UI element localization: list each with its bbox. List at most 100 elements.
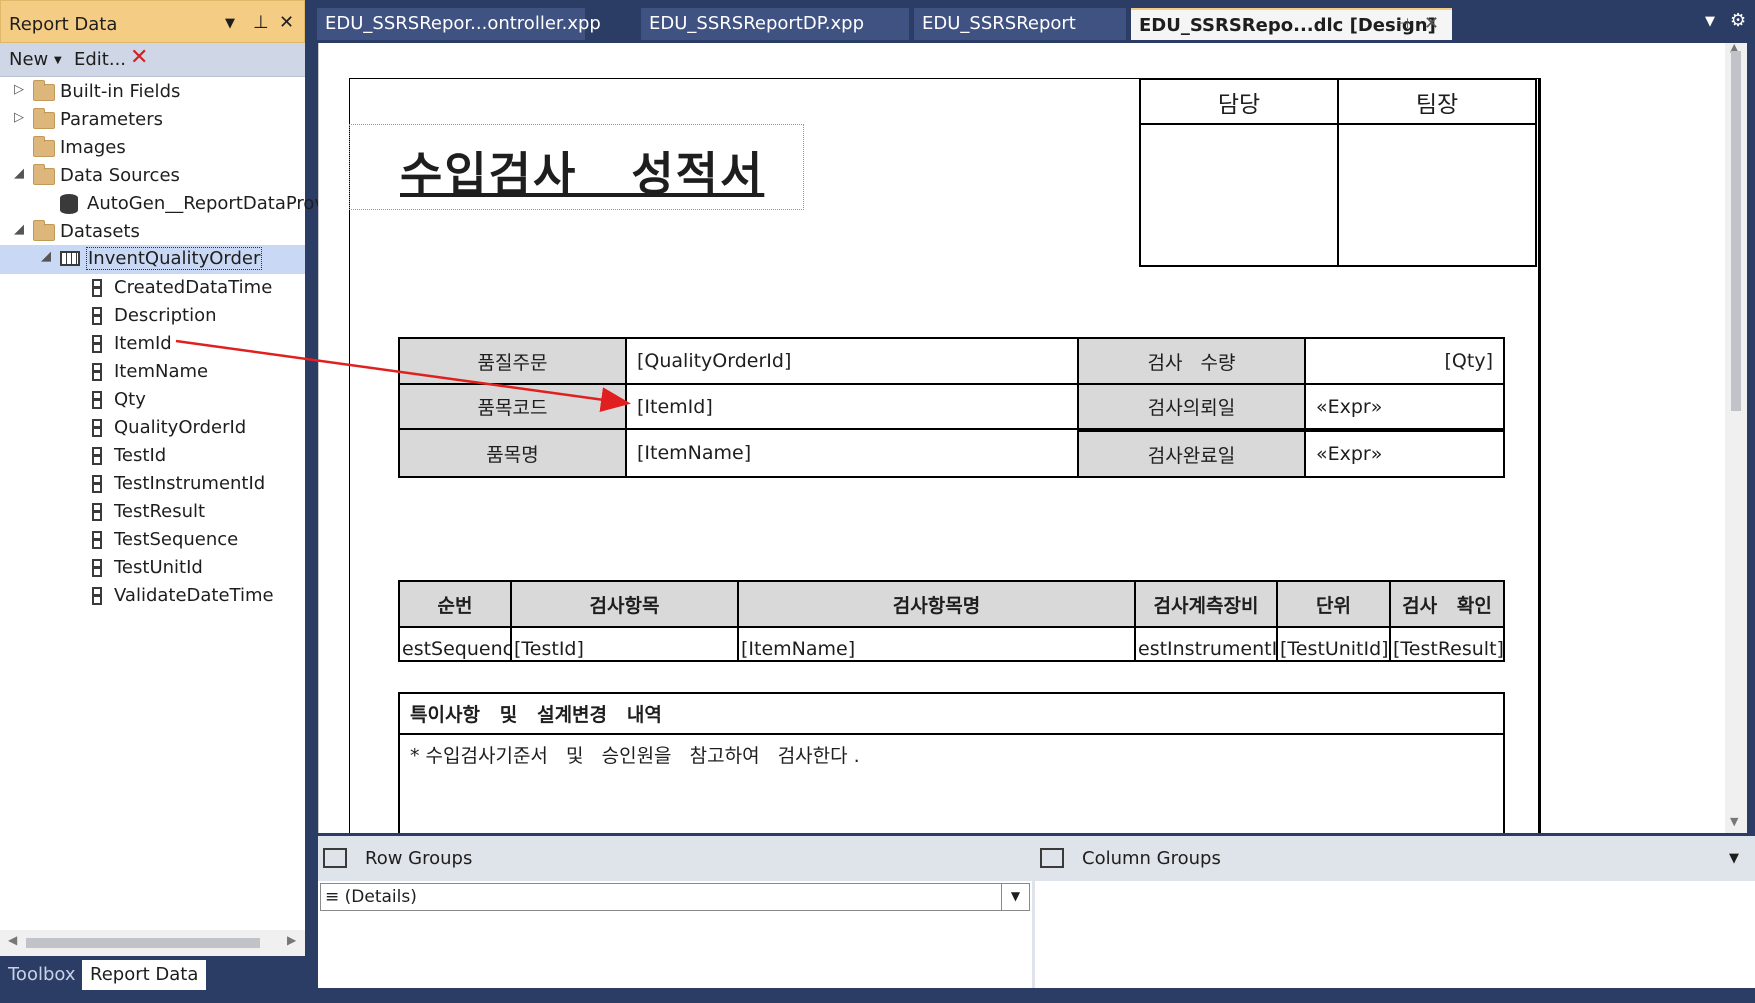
field-item[interactable]: Description bbox=[0, 302, 305, 330]
document-tab-strip: EDU_SSRSRepor...ontroller.xpp EDU_SSRSRe… bbox=[305, 0, 1755, 43]
folder-icon bbox=[33, 220, 55, 241]
close-tab-icon[interactable]: ✕ bbox=[1424, 13, 1439, 34]
tab-report-data[interactable]: Report Data bbox=[82, 960, 207, 990]
tab-overflow-icon[interactable]: ▼ bbox=[1705, 14, 1715, 29]
info-value-qty[interactable]: [Qty] bbox=[1304, 337, 1505, 385]
detail-header-cell[interactable]: 검사 확인 bbox=[1389, 580, 1505, 628]
field-item[interactable]: Qty bbox=[0, 386, 305, 414]
new-dropdown-icon[interactable]: ▼ bbox=[54, 55, 62, 66]
scroll-down-icon[interactable]: ▼ bbox=[1730, 815, 1738, 828]
settings-gear-icon[interactable]: ⚙ bbox=[1730, 10, 1746, 31]
tree-item-builtin-fields[interactable]: ▷ Built-in Fields bbox=[0, 78, 305, 106]
scroll-right-icon[interactable]: ▶ bbox=[287, 933, 296, 947]
remarks-header[interactable]: 특이사항 및 설계변경 내역 bbox=[398, 692, 1505, 735]
field-item[interactable]: ItemId bbox=[0, 330, 305, 358]
remarks-body[interactable]: * 수입검사기준서 및 승인원을 참고하여 검사한다 . bbox=[398, 733, 1505, 843]
report-data-pane: Report Data ▼ ⊥ ✕ New ▼ Edit... ✕ ▷ Buil… bbox=[0, 0, 330, 1003]
approval-sign-leader[interactable] bbox=[1337, 123, 1537, 267]
pane-menu-icon[interactable]: ▼ bbox=[225, 16, 235, 31]
scrollbar-thumb[interactable] bbox=[1731, 51, 1741, 411]
collapse-icon[interactable]: ◢ bbox=[14, 222, 24, 237]
chevron-down-icon[interactable]: ▼ bbox=[1001, 884, 1029, 910]
tree-item-dataset-selected[interactable]: ◢ InventQualityOrder bbox=[0, 245, 305, 274]
pin-icon[interactable]: ⊥ bbox=[253, 12, 269, 33]
field-icon bbox=[92, 419, 102, 437]
info-value-complete-date[interactable]: «Expr» bbox=[1304, 430, 1505, 478]
tab-controller-xpp[interactable]: EDU_SSRSRepor...ontroller.xpp bbox=[317, 8, 601, 40]
tab-toolbox[interactable]: Toolbox bbox=[0, 960, 84, 990]
field-label: TestInstrumentId bbox=[114, 473, 266, 494]
row-group-value: ≡ (Details) bbox=[325, 887, 417, 907]
column-groups-label: Column Groups bbox=[1082, 848, 1221, 869]
field-item[interactable]: TestResult bbox=[0, 498, 305, 526]
vertical-scrollbar[interactable]: ▲ ▼ bbox=[1725, 41, 1747, 833]
pin-tab-icon[interactable]: ⊣ bbox=[1397, 16, 1409, 32]
field-item[interactable]: ValidateDateTime bbox=[0, 582, 305, 610]
field-item[interactable]: TestUnitId bbox=[0, 554, 305, 582]
info-value-request-date[interactable]: «Expr» bbox=[1304, 383, 1505, 430]
field-item[interactable]: ItemName bbox=[0, 358, 305, 386]
info-label-complete-date[interactable]: 검사완료일 bbox=[1077, 430, 1306, 478]
field-item[interactable]: TestInstrumentId bbox=[0, 470, 305, 498]
tab-reportdp-xpp[interactable]: EDU_SSRSReportDP.xpp bbox=[641, 8, 909, 40]
tree-item-label: AutoGen__ReportDataProvi bbox=[87, 193, 331, 214]
approval-header-leader[interactable]: 팀장 bbox=[1337, 78, 1537, 125]
collapse-icon[interactable]: ◢ bbox=[41, 249, 51, 264]
field-item[interactable]: CreatedDataTime bbox=[0, 274, 305, 302]
detail-value-cell[interactable]: [ItemName] bbox=[737, 626, 1136, 662]
report-data-toolbar: New ▼ Edit... ✕ bbox=[0, 43, 305, 77]
info-label-request-date[interactable]: 검사의뢰일 bbox=[1077, 383, 1306, 430]
detail-value-cell[interactable]: [TestResult] bbox=[1389, 626, 1505, 662]
field-item[interactable]: TestSequence bbox=[0, 526, 305, 554]
tab-label: EDU_SSRSReportDP.xpp bbox=[649, 13, 864, 34]
tree-item-datasets[interactable]: ◢ Datasets bbox=[0, 218, 305, 246]
field-icon bbox=[92, 531, 102, 549]
field-item[interactable]: QualityOrderId bbox=[0, 414, 305, 442]
tab-rdlc-design[interactable]: EDU_SSRSRepo...dlc [Design] ⊣ ✕ bbox=[1131, 8, 1452, 40]
info-label-quality-order[interactable]: 품질주문 bbox=[398, 337, 627, 385]
expand-icon[interactable]: ▷ bbox=[14, 110, 24, 125]
horizontal-scrollbar[interactable]: ◀ ▶ bbox=[0, 930, 305, 956]
tab-ssrsreport[interactable]: EDU_SSRSReport bbox=[914, 8, 1126, 40]
groups-divider[interactable] bbox=[1032, 881, 1035, 988]
info-label-item-name[interactable]: 품목명 bbox=[398, 428, 627, 478]
field-icon bbox=[92, 307, 102, 325]
info-value-item-name[interactable]: [ItemName] bbox=[625, 428, 1079, 478]
tab-label: EDU_SSRSRepo...dlc [Design] bbox=[1139, 15, 1436, 36]
tree-item-label: InventQualityOrder bbox=[86, 247, 263, 270]
detail-value-cell[interactable]: estInstrumentI bbox=[1134, 626, 1278, 662]
detail-value-cell[interactable]: [TestId] bbox=[510, 626, 739, 662]
edit-button[interactable]: Edit... bbox=[74, 49, 126, 70]
collapse-icon[interactable]: ◢ bbox=[14, 166, 24, 181]
tree-item-images[interactable]: Images bbox=[0, 134, 305, 162]
detail-header-cell[interactable]: 검사계측장비 bbox=[1134, 580, 1278, 628]
detail-value-cell[interactable]: [TestUnitId] bbox=[1276, 626, 1391, 662]
detail-header-cell[interactable]: 검사항목 bbox=[510, 580, 739, 628]
approval-sign-charge[interactable] bbox=[1139, 123, 1339, 267]
scrollbar-thumb[interactable] bbox=[26, 938, 260, 948]
tree-item-parameters[interactable]: ▷ Parameters bbox=[0, 106, 305, 134]
close-icon[interactable]: ✕ bbox=[279, 12, 294, 33]
approval-header-charge[interactable]: 담당 bbox=[1139, 78, 1339, 125]
grouping-dropdown-icon[interactable]: ▼ bbox=[1729, 851, 1739, 866]
field-item[interactable]: TestId bbox=[0, 442, 305, 470]
detail-header-cell[interactable]: 순번 bbox=[398, 580, 512, 628]
scroll-left-icon[interactable]: ◀ bbox=[8, 933, 17, 947]
row-group-details[interactable]: ≡ (Details) ▼ bbox=[320, 883, 1030, 911]
info-value-item-id[interactable]: [ItemId] bbox=[625, 383, 1079, 430]
delete-icon[interactable]: ✕ bbox=[130, 45, 148, 70]
new-button[interactable]: New bbox=[9, 49, 48, 70]
detail-header-cell[interactable]: 단위 bbox=[1276, 580, 1391, 628]
folder-icon bbox=[33, 136, 55, 157]
tree-item-data-source[interactable]: AutoGen__ReportDataProvi bbox=[0, 190, 330, 218]
tree-item-data-sources[interactable]: ◢ Data Sources bbox=[0, 162, 305, 190]
tree-item-label: Images bbox=[60, 137, 126, 158]
report-title: 수입검사 성적서 bbox=[400, 147, 765, 201]
detail-header-cell[interactable]: 검사항목명 bbox=[737, 580, 1136, 628]
detail-value-cell[interactable]: estSequenc bbox=[398, 626, 512, 662]
info-label-qty[interactable]: 검사 수량 bbox=[1077, 337, 1306, 385]
info-label-item-code[interactable]: 품목코드 bbox=[398, 383, 627, 430]
grouping-header: Row Groups Column Groups ▼ bbox=[318, 836, 1755, 881]
expand-icon[interactable]: ▷ bbox=[14, 82, 24, 97]
info-value-quality-order[interactable]: [QualityOrderId] bbox=[625, 337, 1079, 385]
